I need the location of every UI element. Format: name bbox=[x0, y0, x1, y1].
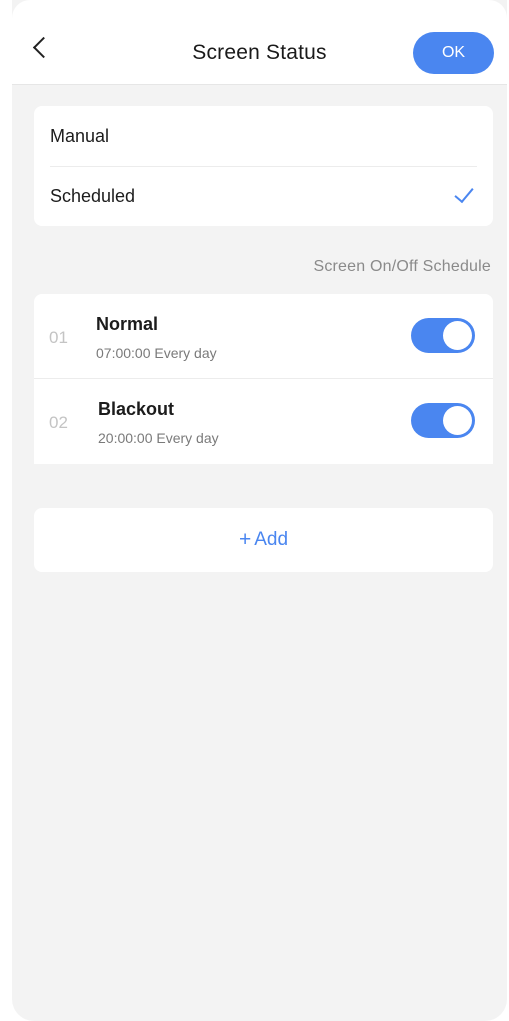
schedule-name: Normal bbox=[96, 314, 159, 334]
schedule-detail: 07:00:00 Every day bbox=[96, 345, 217, 361]
ok-button[interactable]: OK bbox=[413, 32, 494, 74]
toggle-knob bbox=[443, 321, 472, 350]
mode-selector: Manual Scheduled bbox=[34, 106, 493, 226]
schedule-detail: 20:00:00 Every day bbox=[98, 430, 219, 446]
add-label: Add bbox=[254, 529, 289, 550]
section-label: Screen On/Off Schedule bbox=[313, 258, 491, 275]
checkmark-icon bbox=[454, 182, 474, 204]
schedule-list: 01 Normal 07:00:00 Every day 02 Blackout… bbox=[34, 294, 493, 464]
schedule-item[interactable]: 02 Blackout 20:00:00 Every day bbox=[34, 379, 493, 463]
mode-option-label: Scheduled bbox=[50, 185, 136, 206]
navigation-bar: Screen Status OK bbox=[12, 0, 507, 85]
schedule-index: 02 bbox=[49, 413, 68, 432]
plus-icon: + bbox=[238, 528, 252, 551]
toggle-knob bbox=[443, 406, 472, 435]
schedule-toggle[interactable] bbox=[411, 318, 475, 353]
schedule-toggle[interactable] bbox=[411, 403, 475, 438]
mode-option-scheduled[interactable]: Scheduled bbox=[50, 166, 477, 226]
schedule-item[interactable]: 01 Normal 07:00:00 Every day bbox=[34, 294, 493, 379]
schedule-index: 01 bbox=[49, 328, 68, 347]
add-schedule-card: + Add bbox=[34, 508, 493, 572]
schedule-name: Blackout bbox=[98, 399, 175, 419]
mode-option-label: Manual bbox=[50, 125, 110, 146]
mode-option-manual[interactable]: Manual bbox=[50, 106, 477, 167]
add-schedule-button[interactable]: + Add bbox=[34, 508, 493, 572]
screen: Screen Status OK Manual Scheduled Screen… bbox=[12, 0, 507, 1021]
